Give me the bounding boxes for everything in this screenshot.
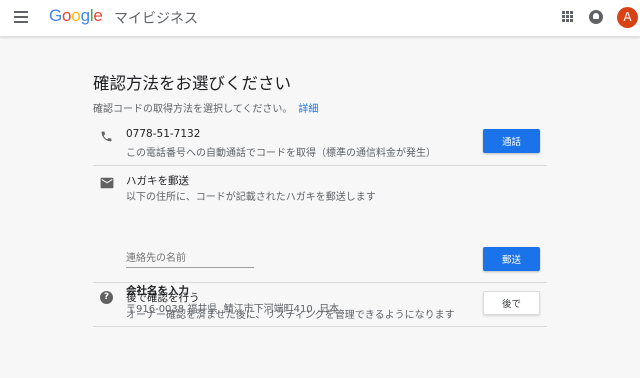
later-description: オーナー確認を済ませた後に、リスティングを管理できるようになります <box>126 310 455 321</box>
postcard-description: 以下の住所に、コードが記載されたハガキを郵送します <box>126 192 376 203</box>
account-avatar[interactable]: A <box>617 7 638 28</box>
later-title: 後で確認を行う <box>126 292 200 304</box>
phone-number: 0778-51-7132 <box>126 128 201 140</box>
google-logo[interactable]: Google <box>49 6 103 26</box>
phone-description: この電話番号への自動通話でコードを取得（標準の通信料金が発生） <box>126 148 436 159</box>
postcard-title: ハガキを郵送 <box>126 175 189 187</box>
notifications-bell-icon[interactable] <box>589 10 603 24</box>
option-later: ? 後で確認を行う オーナー確認を済ませた後に、リスティングを管理できるようにな… <box>93 283 547 327</box>
help-icon: ? <box>100 291 113 304</box>
option-phone: 0778-51-7132 この電話番号への自動通話でコードを取得（標準の通信料金… <box>93 123 547 166</box>
page-subtitle: 確認コードの取得方法を選択してください。 詳細 <box>93 100 318 115</box>
hamburger-menu-icon[interactable] <box>14 11 28 23</box>
call-button[interactable]: 通話 <box>483 129 540 153</box>
top-app-bar: Google マイビジネス A <box>0 0 640 37</box>
contact-name-field[interactable] <box>126 250 254 268</box>
mail-button[interactable]: 郵送 <box>483 247 540 271</box>
option-postcard: ハガキを郵送 以下の住所に、コードが記載されたハガキを郵送します 会社名を入力 … <box>93 166 547 315</box>
page-title: 確認方法をお選びください <box>93 74 291 93</box>
later-button[interactable]: 後で <box>483 291 540 315</box>
phone-icon <box>100 128 113 147</box>
subtitle-text: 確認コードの取得方法を選択してください。 <box>93 104 293 115</box>
product-name: マイビジネス <box>114 11 198 27</box>
mail-icon <box>100 174 114 193</box>
apps-grid-icon[interactable] <box>562 11 573 22</box>
details-link[interactable]: 詳細 <box>298 104 318 115</box>
